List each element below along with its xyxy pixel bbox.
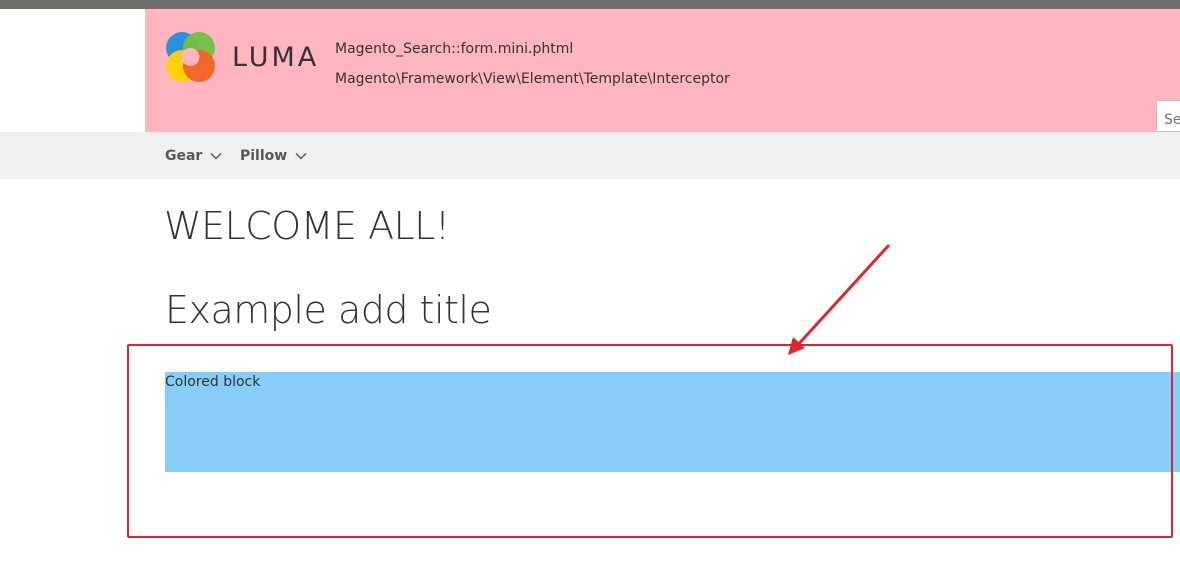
annotation-arrow bbox=[788, 243, 891, 355]
